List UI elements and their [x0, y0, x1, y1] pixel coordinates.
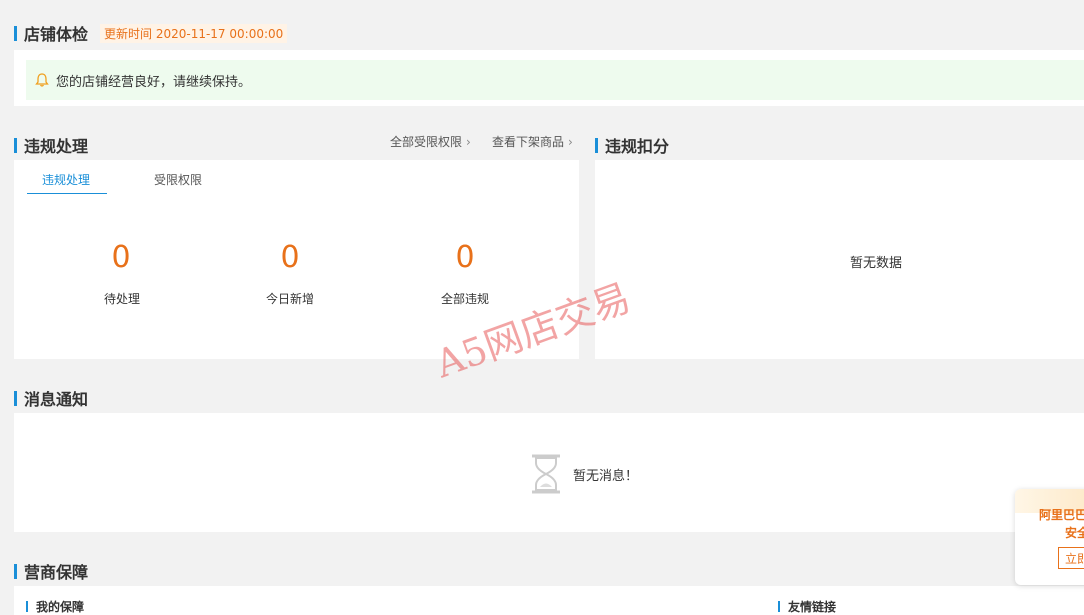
floating-promo-card[interactable]: 阿里巴巴 安全 立即 [1015, 489, 1084, 585]
delisted-products-link-label: 查看下架商品 [492, 135, 565, 149]
violations-section-title: 违规处理 [14, 133, 88, 157]
health-title: 店铺体检 [24, 25, 89, 44]
health-notice: 您的店铺经营良好，请继续保持。 [26, 60, 1084, 100]
promo-card-line1: 阿里巴巴 [1039, 508, 1084, 522]
chevron-right-icon: › [568, 134, 573, 149]
title-accent-bar [595, 137, 598, 153]
stat-pending-value: 0 [111, 240, 131, 275]
title-accent-bar [14, 137, 17, 153]
tab-restricted[interactable]: 受限权限 [154, 171, 202, 188]
promo-card-line2: 安全 [1065, 526, 1084, 540]
deductions-panel [595, 160, 1084, 359]
messages-section-title: 消息通知 [14, 386, 88, 410]
deductions-title: 违规扣分 [605, 137, 670, 156]
messages-title: 消息通知 [24, 390, 89, 409]
guarantee-panel [14, 586, 1084, 615]
friend-links-label: 友情链接 [788, 600, 837, 614]
title-accent-bar [14, 390, 17, 406]
guarantee-section-title: 营商保障 [14, 559, 88, 583]
all-restricted-link[interactable]: 全部受限权限 › [390, 133, 471, 150]
active-tab-underline [27, 193, 107, 194]
stat-pending-label: 待处理 [103, 292, 140, 306]
health-notice-text: 您的店铺经营良好，请继续保持。 [56, 74, 252, 90]
health-section-title: 店铺体检 更新时间 2020-11-17 00:00:00 [14, 21, 288, 45]
delisted-products-link[interactable]: 查看下架商品 › [492, 133, 573, 150]
guarantee-title: 营商保障 [24, 563, 89, 582]
title-accent-bar [778, 601, 780, 612]
update-time-badge: 更新时间 2020-11-17 00:00:00 [100, 23, 288, 43]
my-guarantee-heading: 我的保障 [26, 598, 84, 615]
tab-violations[interactable]: 违规处理 [42, 171, 90, 188]
messages-empty-text: 暂无消息！ [573, 469, 639, 484]
title-accent-bar [14, 563, 17, 579]
title-accent-bar [14, 25, 17, 41]
promo-card-button[interactable]: 立即 [1058, 547, 1084, 569]
bell-icon [35, 73, 49, 87]
stat-all-value: 0 [455, 240, 475, 275]
stat-all-label: 全部违规 [440, 292, 489, 306]
stat-today-value: 0 [280, 240, 300, 275]
stat-today-label: 今日新增 [265, 292, 314, 306]
all-restricted-link-label: 全部受限权限 [390, 135, 463, 149]
title-accent-bar [26, 601, 28, 612]
chevron-right-icon: › [466, 134, 471, 149]
my-guarantee-label: 我的保障 [36, 600, 85, 614]
deductions-section-title: 违规扣分 [595, 133, 669, 157]
deductions-empty-text: 暂无数据 [850, 256, 903, 271]
violations-title: 违规处理 [24, 137, 89, 156]
friend-links-heading: 友情链接 [778, 598, 836, 615]
hourglass-icon [532, 454, 560, 494]
